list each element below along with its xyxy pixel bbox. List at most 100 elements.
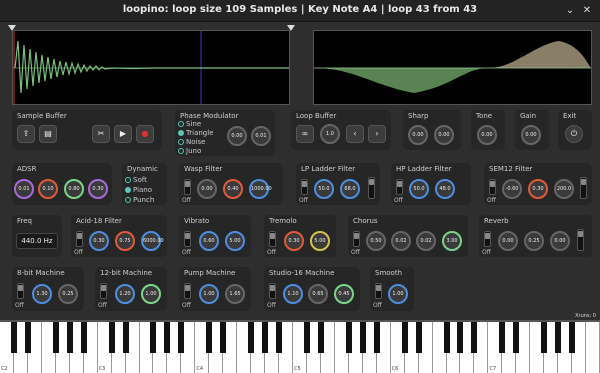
smooth-knob[interactable]: 1.00 <box>388 284 408 304</box>
play-button[interactable]: ▶ <box>114 125 132 143</box>
wasp-knob-1[interactable]: 0.00 <box>197 179 217 199</box>
loop-prev-button[interactable]: ‹ <box>346 125 364 143</box>
chorus-knob-1[interactable]: 0.50 <box>366 231 386 251</box>
close-window-button[interactable]: ✕ <box>580 4 594 18</box>
reverb-knob-3[interactable]: 0.00 <box>550 231 570 251</box>
8bit-toggle[interactable] <box>17 283 24 299</box>
sharp-knob-2[interactable]: 0.00 <box>434 125 454 145</box>
acid-knob-2[interactable]: 0.75 <box>115 231 135 251</box>
sem12-knob-2[interactable]: 0.30 <box>528 179 548 199</box>
phase-option-sine[interactable]: Sine <box>178 120 201 128</box>
record-button[interactable]: ● <box>136 125 154 143</box>
piano-keyboard[interactable]: C2 C3 C4 C5 C6 C7 <box>0 320 600 373</box>
minimize-button[interactable]: ⌄ <box>563 4 577 18</box>
black-key[interactable] <box>513 322 520 353</box>
studio16-knob-2[interactable]: 0.65 <box>308 284 328 304</box>
chorus-knob-4[interactable]: 3.00 <box>442 231 462 251</box>
sem12-knob-3[interactable]: 200.0 <box>554 179 574 199</box>
8bit-knob-2[interactable]: 0.25 <box>58 284 78 304</box>
chorus-toggle[interactable] <box>353 231 360 247</box>
pump-knob-2[interactable]: 1.65 <box>225 284 245 304</box>
black-key[interactable] <box>276 322 283 353</box>
acid-18-toggle[interactable] <box>76 231 83 247</box>
black-key[interactable] <box>262 322 269 353</box>
sem12-knob-1[interactable]: -0.60 <box>502 179 522 199</box>
sustain-knob[interactable]: 0.80 <box>64 179 84 199</box>
chorus-knob-2[interactable]: 0.02 <box>391 231 411 251</box>
dynamic-option-piano[interactable]: Piano <box>125 186 152 194</box>
phase-option-juno[interactable]: Juno <box>178 147 201 155</box>
wasp-knob-2[interactable]: 0.40 <box>223 179 243 199</box>
12bit-knob-2[interactable]: 1.00 <box>141 284 161 304</box>
black-key[interactable] <box>401 322 408 353</box>
dynamic-option-soft[interactable]: Soft <box>125 176 147 184</box>
black-key[interactable] <box>443 322 450 353</box>
loop-next-button[interactable]: › <box>368 125 386 143</box>
freq-display[interactable]: 440.0 Hz <box>16 233 58 249</box>
studio16-knob-3[interactable]: 0.45 <box>334 284 354 304</box>
acid-knob-3[interactable]: 6000.00 <box>141 231 164 251</box>
dynamic-option-punch[interactable]: Punch <box>125 196 154 204</box>
hp-ladder-knob-2[interactable]: 48.0 <box>435 179 455 199</box>
tremolo-knob-2[interactable]: 5.00 <box>310 231 330 251</box>
smooth-toggle[interactable] <box>375 283 382 299</box>
black-key[interactable] <box>359 322 366 353</box>
phase-option-triangle[interactable]: Triangle <box>178 129 214 137</box>
chorus-knob-3[interactable]: 0.02 <box>416 231 436 251</box>
12bit-knob-1[interactable]: 1.20 <box>115 284 135 304</box>
black-key[interactable] <box>569 322 576 353</box>
black-key[interactable] <box>150 322 157 353</box>
loop-waveform-display[interactable] <box>313 30 592 105</box>
black-key[interactable] <box>206 322 213 353</box>
black-key[interactable] <box>220 322 227 353</box>
black-key[interactable] <box>248 322 255 353</box>
acid-knob-1[interactable]: 0.30 <box>89 231 109 251</box>
studio16-toggle[interactable] <box>269 283 276 299</box>
sharp-knob-1[interactable]: 0.00 <box>408 125 428 145</box>
vibrato-toggle[interactable] <box>184 231 191 247</box>
lp-ladder-knob-2[interactable]: 68.0 <box>340 179 360 199</box>
sem12-toggle[interactable] <box>489 179 496 195</box>
black-key[interactable] <box>373 322 380 353</box>
decay-knob[interactable]: 0.10 <box>38 179 58 199</box>
load-file-button[interactable]: ⇪ <box>17 125 35 143</box>
loop-value-knob[interactable]: 1.0 <box>320 124 340 144</box>
phase-mod-knob-2[interactable]: 0.01 <box>251 126 271 146</box>
pump-toggle[interactable] <box>184 283 191 299</box>
reverb-knob-1[interactable]: 0.00 <box>498 231 518 251</box>
black-key[interactable] <box>345 322 352 353</box>
pump-knob-1[interactable]: 1.00 <box>199 284 219 304</box>
cut-button[interactable]: ✂ <box>92 125 110 143</box>
black-key[interactable] <box>499 322 506 353</box>
browse-folder-button[interactable]: ▤ <box>39 125 57 143</box>
reverb-slider[interactable] <box>577 229 584 251</box>
black-key[interactable] <box>122 322 129 353</box>
loop-toggle-button[interactable]: ∞ <box>296 125 314 143</box>
black-key[interactable] <box>80 322 87 353</box>
reverb-toggle[interactable] <box>484 231 491 247</box>
black-key[interactable] <box>66 322 73 353</box>
reverb-knob-2[interactable]: 0.25 <box>524 231 544 251</box>
8bit-knob-1[interactable]: 1.30 <box>32 284 52 304</box>
vibrato-knob-2[interactable]: 5.00 <box>225 231 245 251</box>
black-key[interactable] <box>178 322 185 353</box>
tremolo-toggle[interactable] <box>269 231 276 247</box>
black-key[interactable] <box>164 322 171 353</box>
wasp-knob-3[interactable]: 1000.00 <box>249 179 272 199</box>
exit-button[interactable]: ⏻ <box>565 125 583 143</box>
black-key[interactable] <box>541 322 548 353</box>
black-key[interactable] <box>303 322 310 353</box>
hp-ladder-knob-1[interactable]: 50.0 <box>409 179 429 199</box>
black-key[interactable] <box>415 322 422 353</box>
attack-knob[interactable]: 0.01 <box>14 179 34 199</box>
wasp-filter-toggle[interactable] <box>184 179 191 195</box>
black-key[interactable] <box>108 322 115 353</box>
tone-knob[interactable]: 0.00 <box>477 125 497 145</box>
white-key[interactable] <box>586 322 600 373</box>
vibrato-knob-1[interactable]: 0.60 <box>199 231 219 251</box>
studio16-knob-1[interactable]: 1.10 <box>283 284 303 304</box>
black-key[interactable] <box>10 322 17 353</box>
lp-ladder-knob-1[interactable]: 50.0 <box>314 179 334 199</box>
sem12-slider[interactable] <box>580 177 587 199</box>
black-key[interactable] <box>24 322 31 353</box>
